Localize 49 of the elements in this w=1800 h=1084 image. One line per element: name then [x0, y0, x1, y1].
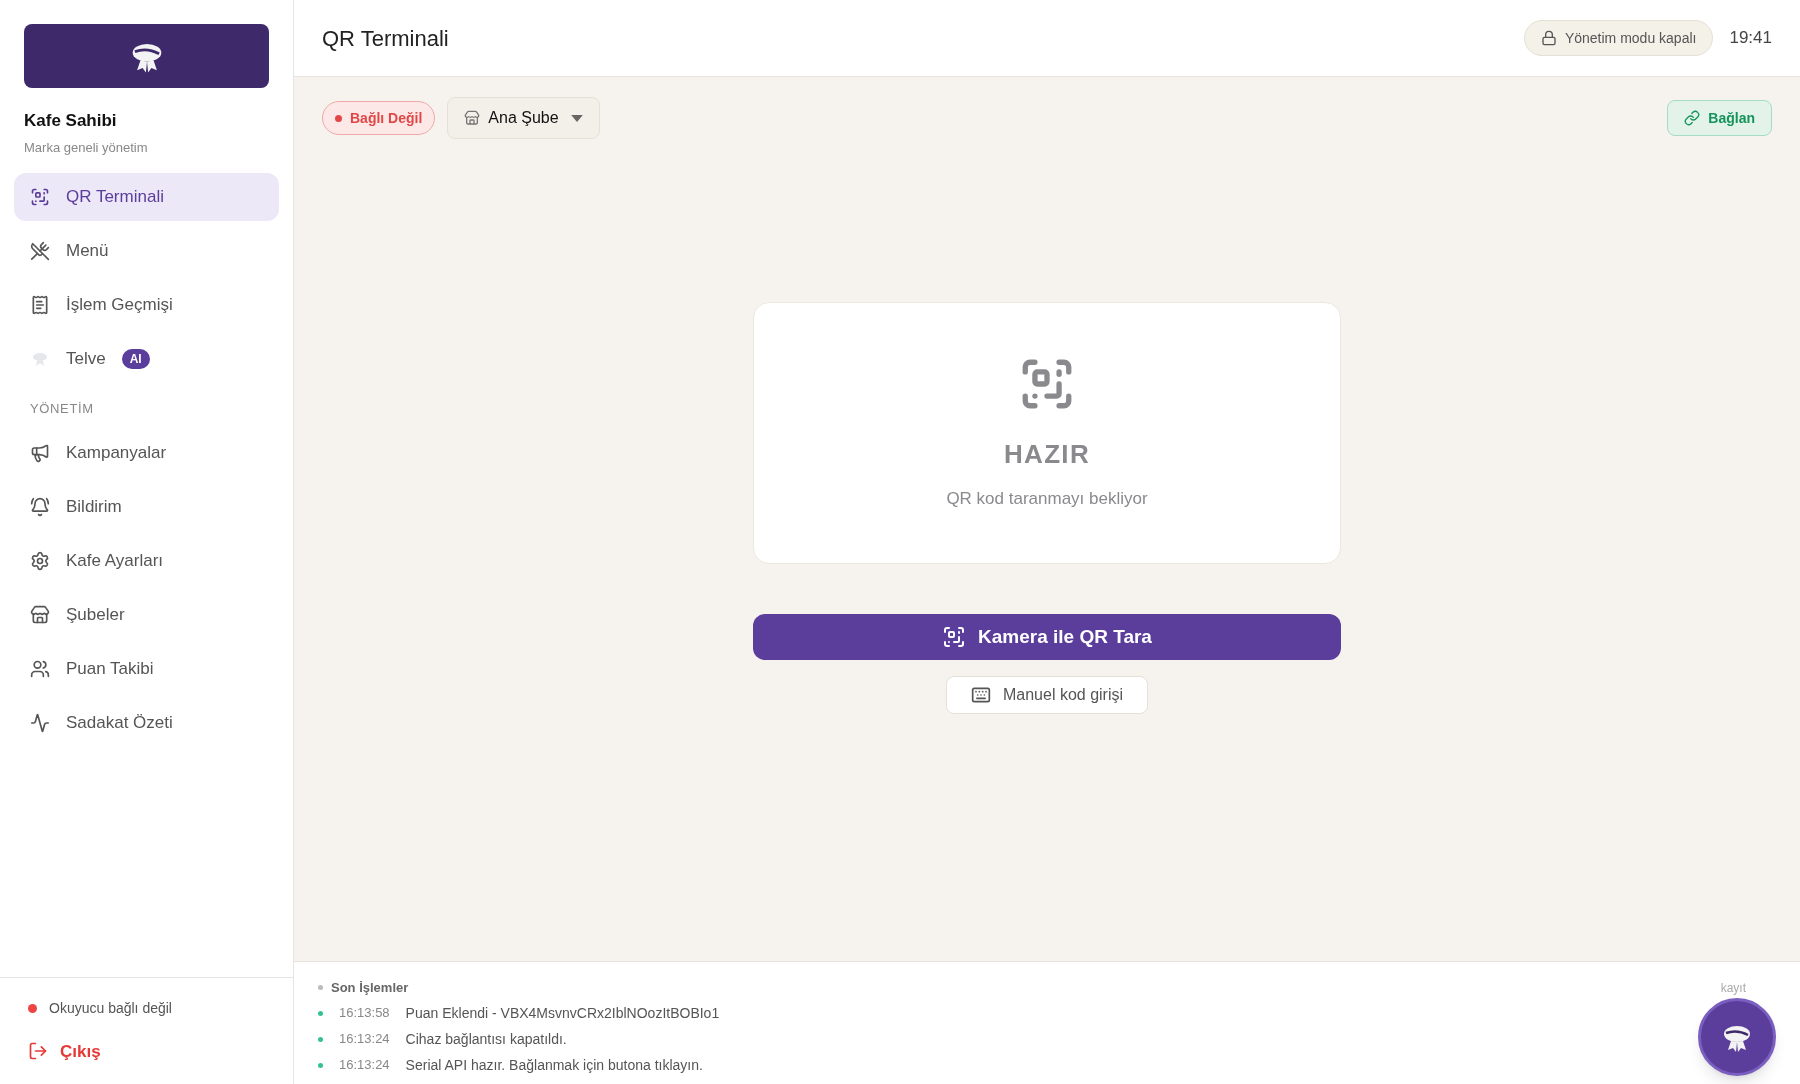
- nav-item[interactable]: Şubeler: [14, 590, 279, 639]
- nav-item[interactable]: Menü: [14, 227, 279, 275]
- qr-code-icon: [942, 625, 967, 649]
- ai-badge: AI: [121, 349, 150, 369]
- nav-item[interactable]: İşlem Geçmişi: [14, 281, 279, 329]
- clock-time: 19:41: [1729, 27, 1772, 50]
- store-icon: [464, 110, 481, 126]
- utensils-icon: [30, 241, 50, 261]
- log-title: Son İşlemler: [331, 979, 409, 997]
- nav-item[interactable]: QR Terminali: [14, 173, 279, 221]
- log-message: Cihaz bağlantısı kapatıldı.: [405, 1029, 567, 1049]
- log-count: kayıt: [1720, 979, 1746, 997]
- megaphone-icon: [30, 442, 50, 463]
- nav-item[interactable]: Kampanyalar: [14, 428, 279, 477]
- caret-icon: [570, 114, 583, 122]
- receipt-icon: [30, 295, 50, 315]
- section-title: YÖNETİM: [29, 400, 95, 418]
- users-icon: [30, 658, 50, 679]
- page-title: QR Terminali: [322, 24, 449, 53]
- scan-button[interactable]: Kamera ile QR Tara: [753, 614, 1341, 660]
- link-icon: [1684, 110, 1701, 126]
- bell-icon: [30, 496, 50, 517]
- settings-icon: [30, 550, 50, 571]
- lock-icon: [1540, 30, 1557, 46]
- scanner-message: QR kod taranmayı bekliyor: [946, 488, 1148, 510]
- brand-subtitle: Marka geneli yönetim: [24, 138, 149, 157]
- reader-status: Okuyucu bağlı değil: [49, 998, 172, 1018]
- manual-entry-button[interactable]: Manuel kod girişi: [945, 676, 1149, 714]
- nav-item[interactable]: Sadakat Özeti: [14, 698, 279, 747]
- log-time: 16:13:24: [339, 1056, 390, 1075]
- brand-name: Kafe Sahibi: [24, 110, 118, 132]
- log-time: 16:13:58: [339, 1004, 390, 1023]
- nav-item[interactable]: Kafe Ayarları: [14, 536, 279, 585]
- admin-mode-toggle[interactable]: Yönetim modu kapalı: [1523, 20, 1714, 56]
- log-message: Serial API hazır. Bağlanmak için butona tıklayın.: [405, 1055, 703, 1075]
- scanner-status: HAZIR: [1004, 438, 1090, 471]
- log-time: 16:13:24: [339, 1030, 390, 1049]
- logout-button[interactable]: Çıkış: [28, 1038, 265, 1064]
- connection-status: Bağlı Değil: [322, 101, 436, 135]
- qr-code-icon: [30, 187, 50, 207]
- branch-dropdown[interactable]: Ana Şube: [447, 97, 600, 139]
- nav-item[interactable]: Bildirim: [14, 482, 279, 531]
- logout-icon: [28, 1041, 48, 1062]
- nav-item[interactable]: Puan Takibi: [14, 644, 279, 693]
- store-icon: [30, 604, 50, 625]
- keyboard-icon: [970, 685, 991, 705]
- trend-line-icon: [30, 712, 50, 733]
- log-message: Puan Eklendi - VBX4MsvnvCRx2IblNOozItBOBIo1: [405, 1003, 720, 1023]
- nav-item[interactable]: Telve AI: [14, 335, 279, 383]
